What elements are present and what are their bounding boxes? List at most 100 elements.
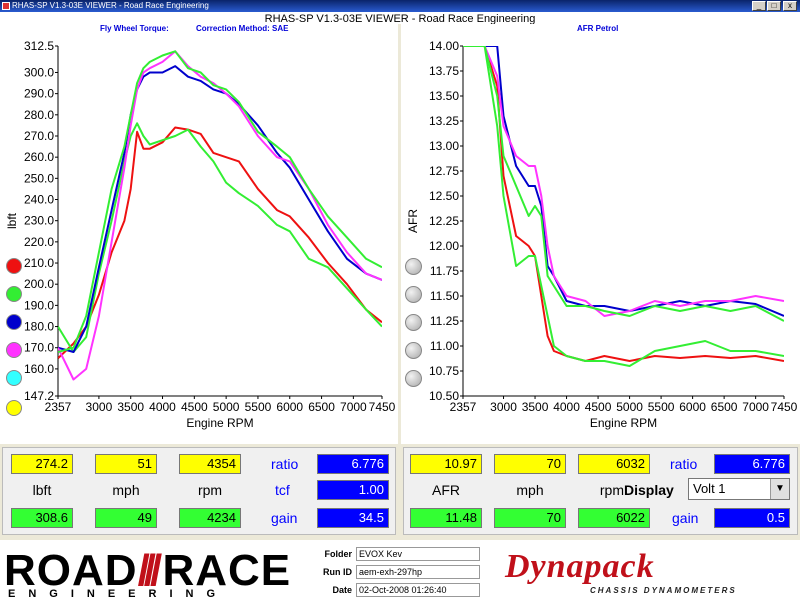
x-tick-label: 2357 xyxy=(450,400,477,414)
rpm-value-bottom: 4234 xyxy=(179,508,241,528)
torque-chart-panel: Fly Wheel Torque: Correction Method: SAE… xyxy=(0,24,398,444)
logo-engineering-text: ENGINEERING xyxy=(8,588,229,600)
legend-dot-3[interactable] xyxy=(405,314,422,331)
y-tick-label: 160.0 xyxy=(24,362,54,376)
y-axis-label: AFR xyxy=(406,209,420,233)
afr-rpm-unit-label: rpm xyxy=(599,482,624,498)
legend-dot-red[interactable] xyxy=(6,258,22,274)
torque-readout-panel: 274.2 51 4354 lbft mph rpm 308.6 49 4234… xyxy=(2,447,396,535)
afr-readout-panel: 10.97 70 6032 AFR mph rpm Display Volt 1… xyxy=(403,447,798,535)
app-icon xyxy=(2,2,10,10)
date-field[interactable]: 02-Oct-2008 01:26:40 xyxy=(356,583,480,597)
x-tick-label: 4000 xyxy=(553,400,580,414)
rpm-unit-label: rpm xyxy=(197,482,223,498)
x-tick-label: 3500 xyxy=(522,400,549,414)
close-button[interactable]: x xyxy=(783,1,797,11)
gain-label: gain xyxy=(271,510,298,526)
y-tick-label: 10.75 xyxy=(429,364,459,378)
rpm-value-top: 4354 xyxy=(179,454,241,474)
ratio-value[interactable]: 6.776 xyxy=(317,454,389,474)
y-tick-label: 13.50 xyxy=(429,89,459,103)
y-tick-label: 11.00 xyxy=(430,339,459,353)
tcf-value[interactable]: 1.00 xyxy=(317,480,389,500)
y-tick-label: 300.0 xyxy=(24,65,54,79)
y-tick-label: 220.0 xyxy=(24,235,54,249)
series-line-4 xyxy=(463,46,784,322)
series-line-3 xyxy=(463,46,784,317)
legend-dot-magenta[interactable] xyxy=(6,342,22,358)
y-tick-label: 11.50 xyxy=(430,289,459,303)
x-tick-label: 5500 xyxy=(648,400,675,414)
series-line-0 xyxy=(463,46,784,362)
dynapack-subtitle: CHASSIS DYNAMOMETERS xyxy=(590,586,737,595)
y-tick-label: 11.75 xyxy=(430,264,459,278)
dynapack-logo: Dynapack xyxy=(505,548,655,585)
afr-value-bottom: 11.48 xyxy=(410,508,482,528)
afr-chart[interactable]: 14.00 13.75 13.50 13.25 13.00 12.75 12.50 12.25… xyxy=(401,24,800,444)
x-tick-label: 4000 xyxy=(149,400,176,414)
y-tick-label: 12.25 xyxy=(429,214,459,228)
series-line-4 xyxy=(58,50,382,353)
folder-field[interactable]: EVOX Kev xyxy=(356,547,480,561)
legend-dot-cyan[interactable] xyxy=(6,370,22,386)
run-id-field[interactable]: aem-exh-297hp xyxy=(356,565,480,579)
x-tick-label: 6000 xyxy=(276,400,303,414)
x-tick-label: 6500 xyxy=(711,400,738,414)
x-tick-label: 5000 xyxy=(616,400,643,414)
afr-mph-unit-label: mph xyxy=(516,482,544,498)
x-axis-label: Engine RPM xyxy=(186,416,253,430)
x-tick-label: 7000 xyxy=(742,400,769,414)
afr-value-top: 10.97 xyxy=(410,454,482,474)
display-select-value: Volt 1 xyxy=(693,481,726,496)
x-tick-label: 3000 xyxy=(490,400,517,414)
afr-ratio-label: ratio xyxy=(670,456,698,472)
folder-label: Folder xyxy=(324,549,352,559)
y-tick-label: 250.0 xyxy=(24,171,54,185)
y-tick-label: 12.75 xyxy=(429,164,459,178)
x-tick-label: 3000 xyxy=(86,400,113,414)
torque-chart[interactable]: 312.5 300.0 290.0 280.0 270.0 260.0 250.0 240.0… xyxy=(0,24,398,444)
afr-ratio-value[interactable]: 6.776 xyxy=(714,454,790,474)
ratio-label: ratio xyxy=(271,456,299,472)
y-tick-label: 190.0 xyxy=(24,298,54,312)
x-tick-label: 5000 xyxy=(213,400,240,414)
display-select[interactable]: Volt 1 ▼ xyxy=(688,478,790,500)
window-titlebar: RHAS-SP V1.3-03E VIEWER - Road Race Engi… xyxy=(0,0,800,12)
legend-dot-blue[interactable] xyxy=(6,314,22,330)
run-id-label: Run ID xyxy=(323,567,352,577)
x-axis-label: Engine RPM xyxy=(590,416,657,430)
y-tick-label: 270.0 xyxy=(24,129,54,143)
legend-dot-2[interactable] xyxy=(405,286,422,303)
y-tick-label: 200.0 xyxy=(24,277,54,291)
y-tick-label: 11.25 xyxy=(430,314,459,328)
afr-rpm-value-top: 6032 xyxy=(578,454,650,474)
series-line-2 xyxy=(463,46,784,317)
y-tick-label: 170.0 xyxy=(24,341,54,355)
maximize-button[interactable]: □ xyxy=(767,1,781,11)
legend-dot-1[interactable] xyxy=(405,258,422,275)
minimize-button[interactable]: _ xyxy=(752,1,766,11)
x-tick-label: 2357 xyxy=(45,400,72,414)
chevron-down-icon[interactable]: ▼ xyxy=(770,479,789,499)
x-tick-label: 6000 xyxy=(679,400,706,414)
y-tick-label: 13.75 xyxy=(429,64,459,78)
x-tick-label: 7000 xyxy=(340,400,367,414)
app-title: RHAS-SP V1.3-03E VIEWER - Road Race Engi… xyxy=(0,12,800,25)
legend-dot-5[interactable] xyxy=(405,370,422,387)
legend-dot-yellow[interactable] xyxy=(6,400,22,416)
afr-gain-value[interactable]: 0.5 xyxy=(714,508,790,528)
torque-unit-label: lbft xyxy=(32,482,52,498)
afr-rpm-value-bottom: 6022 xyxy=(578,508,650,528)
afr-chart-panel: AFR Petrol 14.00 13.75 13.50 13.25 13.00 12.7… xyxy=(401,24,800,444)
y-tick-label: 210.0 xyxy=(24,256,54,270)
x-tick-label: 7450 xyxy=(369,400,396,414)
afr-mph-value-top: 70 xyxy=(494,454,566,474)
legend-dot-green[interactable] xyxy=(6,286,22,302)
y-tick-label: 230.0 xyxy=(24,214,54,228)
afr-mph-value-bottom: 70 xyxy=(494,508,566,528)
y-tick-label: 312.5 xyxy=(24,39,54,53)
legend-dot-4[interactable] xyxy=(405,342,422,359)
y-tick-label: 240.0 xyxy=(24,193,54,207)
series-line-1 xyxy=(463,46,784,367)
gain-value[interactable]: 34.5 xyxy=(317,508,389,528)
